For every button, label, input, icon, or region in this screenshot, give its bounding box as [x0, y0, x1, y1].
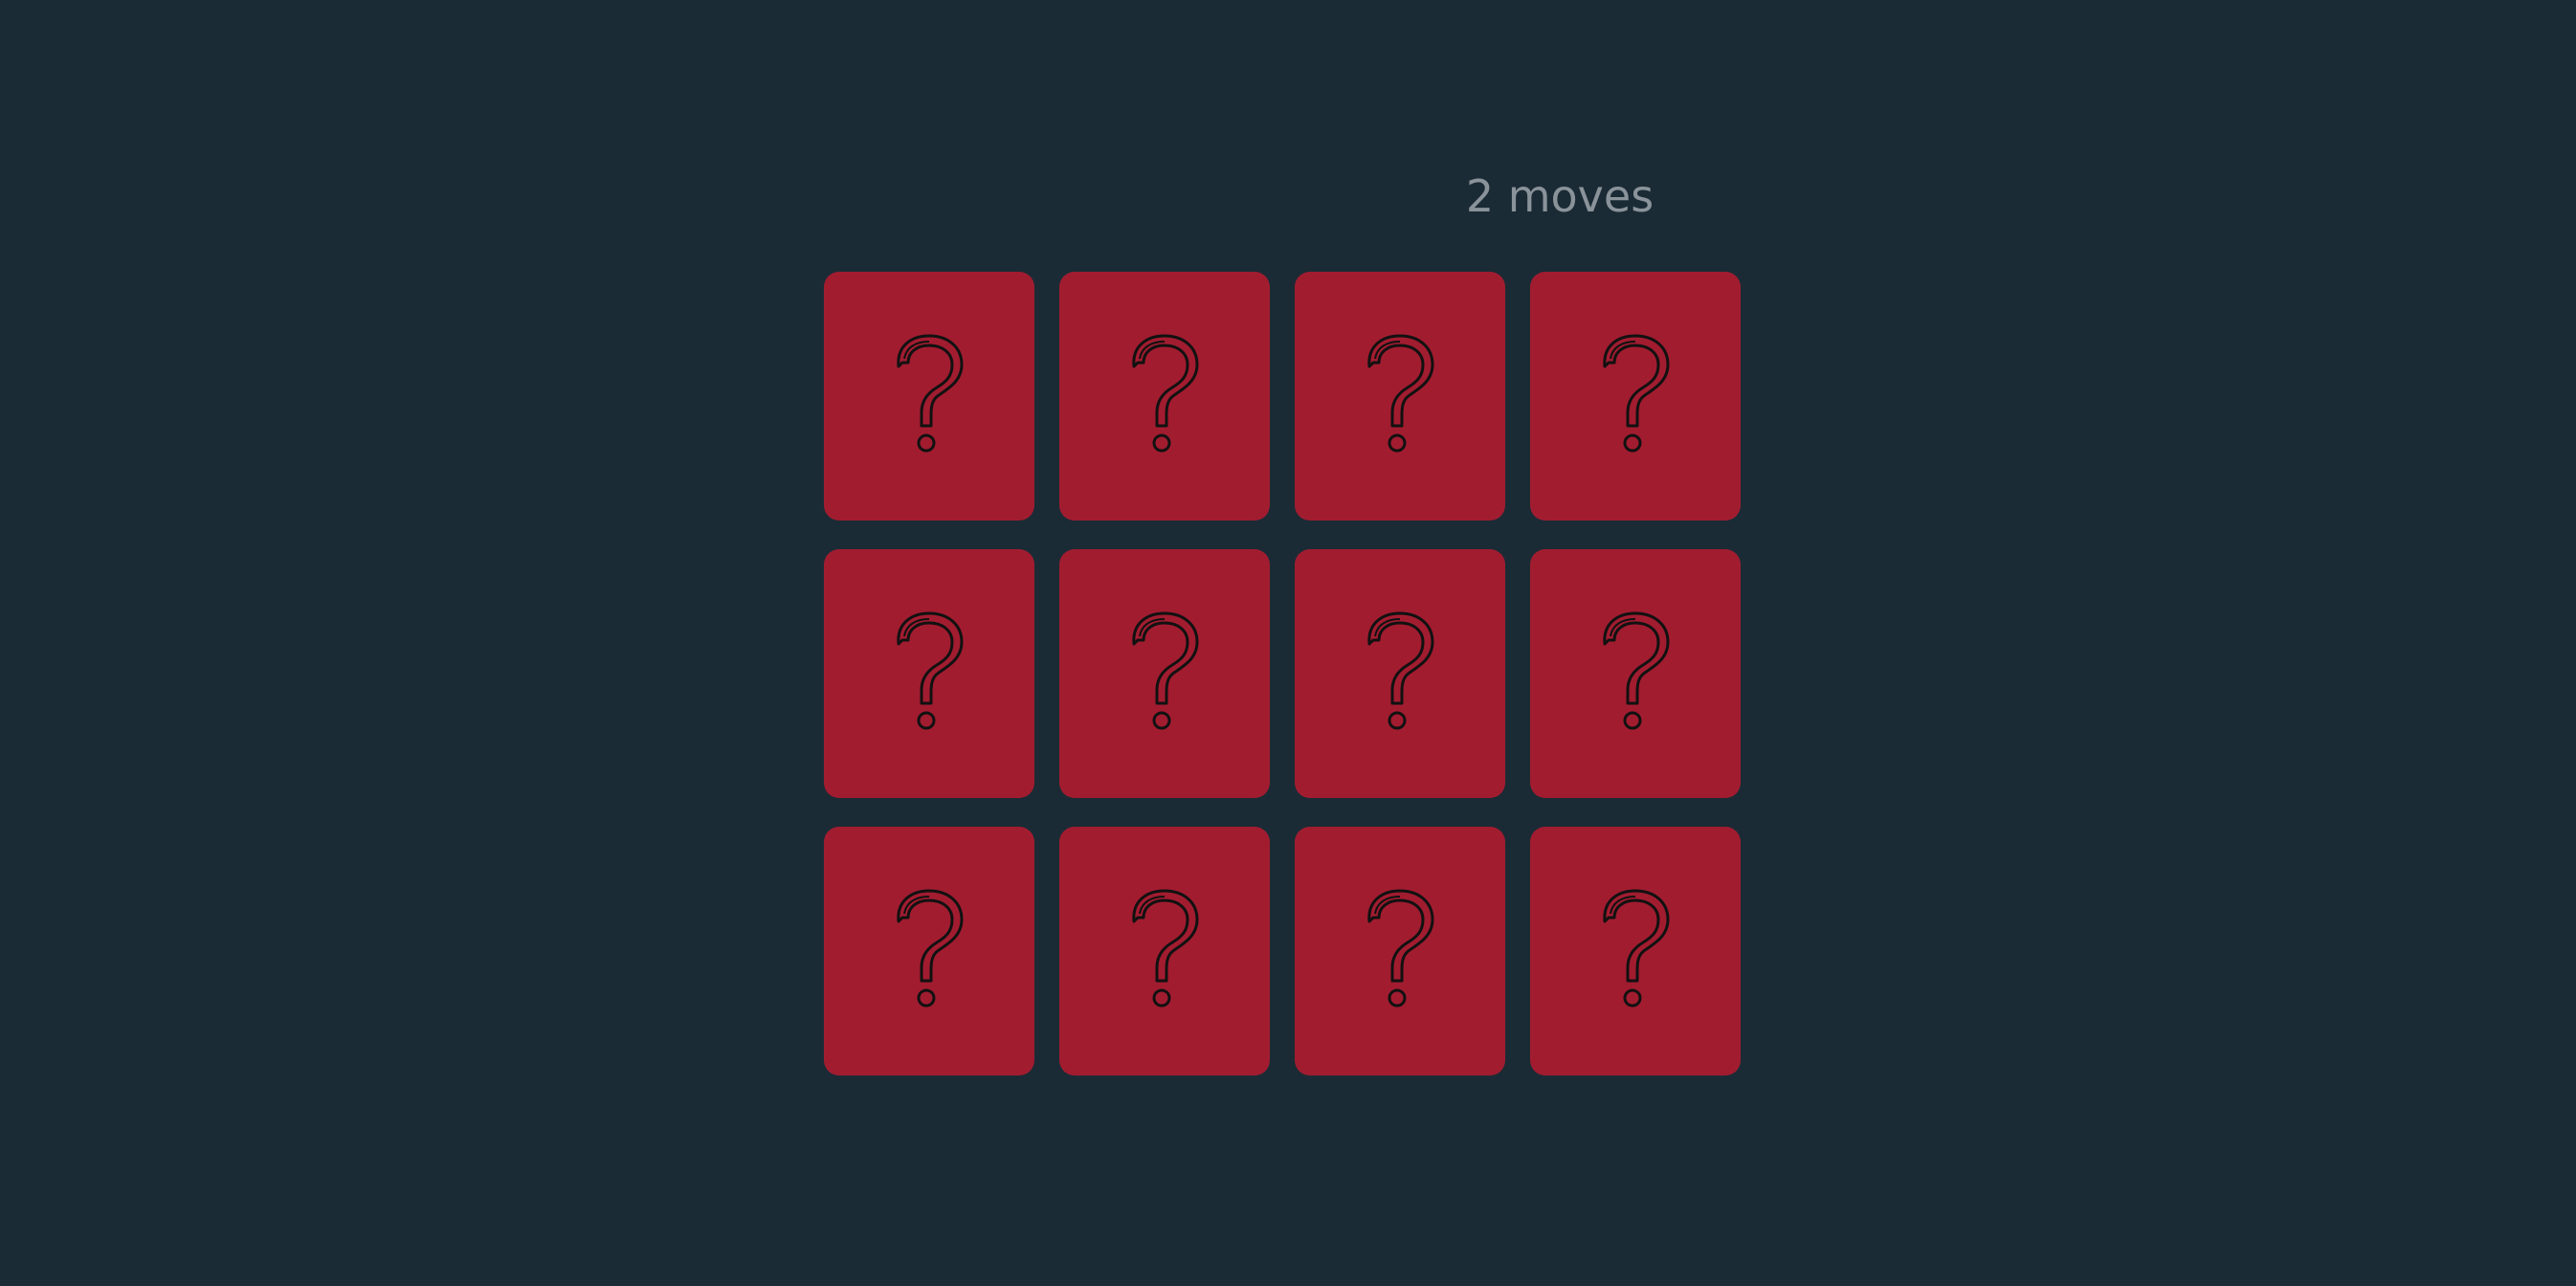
- question-mark-icon: [1362, 611, 1438, 736]
- question-mark-icon: [1597, 611, 1674, 736]
- question-mark-icon: [1597, 334, 1674, 458]
- memory-card[interactable]: [1059, 827, 1270, 1075]
- memory-card[interactable]: [824, 827, 1034, 1075]
- memory-card[interactable]: [824, 272, 1034, 521]
- question-mark-icon: [1126, 334, 1203, 458]
- memory-card[interactable]: [1059, 549, 1270, 798]
- memory-card[interactable]: [824, 549, 1034, 798]
- question-mark-icon: [891, 889, 967, 1013]
- question-mark-icon: [1126, 611, 1203, 736]
- game-screen: 2 moves: [0, 0, 2576, 1286]
- question-mark-icon: [1362, 334, 1438, 458]
- question-mark-icon: [1597, 889, 1674, 1013]
- card-grid: [824, 272, 1741, 1075]
- question-mark-icon: [1362, 889, 1438, 1013]
- memory-card[interactable]: [1530, 272, 1741, 521]
- memory-card[interactable]: [1295, 549, 1505, 798]
- memory-card[interactable]: [1059, 272, 1270, 521]
- question-mark-icon: [891, 334, 967, 458]
- question-mark-icon: [891, 611, 967, 736]
- memory-card[interactable]: [1295, 272, 1505, 521]
- question-mark-icon: [1126, 889, 1203, 1013]
- moves-counter: 2 moves: [1465, 170, 1654, 222]
- memory-card[interactable]: [1530, 549, 1741, 798]
- memory-card[interactable]: [1530, 827, 1741, 1075]
- memory-card[interactable]: [1295, 827, 1505, 1075]
